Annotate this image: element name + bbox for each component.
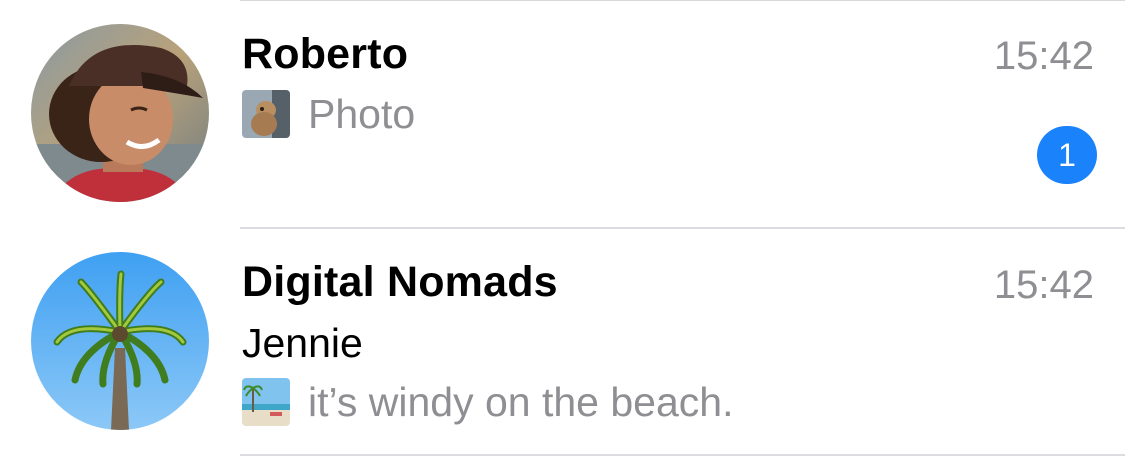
unread-badge: 1 bbox=[1037, 126, 1097, 184]
sender-name: Jennie bbox=[242, 320, 363, 366]
preview-text: Photo bbox=[308, 90, 416, 137]
person-avatar-image bbox=[31, 24, 209, 202]
avatar[interactable] bbox=[31, 24, 209, 202]
message-preview: it’s windy on the beach. bbox=[242, 378, 733, 426]
chat-time: 15:42 bbox=[993, 263, 1094, 307]
chat-list-item[interactable]: Roberto 15:42 Photo 1 bbox=[0, 0, 1125, 229]
chat-list-item[interactable]: Digital Nomads 15:42 Jennie it’s windy o… bbox=[0, 228, 1125, 456]
chat-time: 15:42 bbox=[993, 34, 1094, 78]
preview-text: it’s windy on the beach. bbox=[308, 378, 734, 425]
palm-tree-avatar-image bbox=[31, 252, 209, 430]
chat-name: Roberto bbox=[242, 30, 409, 78]
avatar[interactable] bbox=[31, 252, 209, 430]
message-preview: Photo bbox=[242, 90, 415, 138]
photo-thumbnail-icon bbox=[242, 90, 290, 138]
beach-thumbnail-icon bbox=[242, 378, 290, 426]
chat-name: Digital Nomads bbox=[242, 258, 558, 306]
